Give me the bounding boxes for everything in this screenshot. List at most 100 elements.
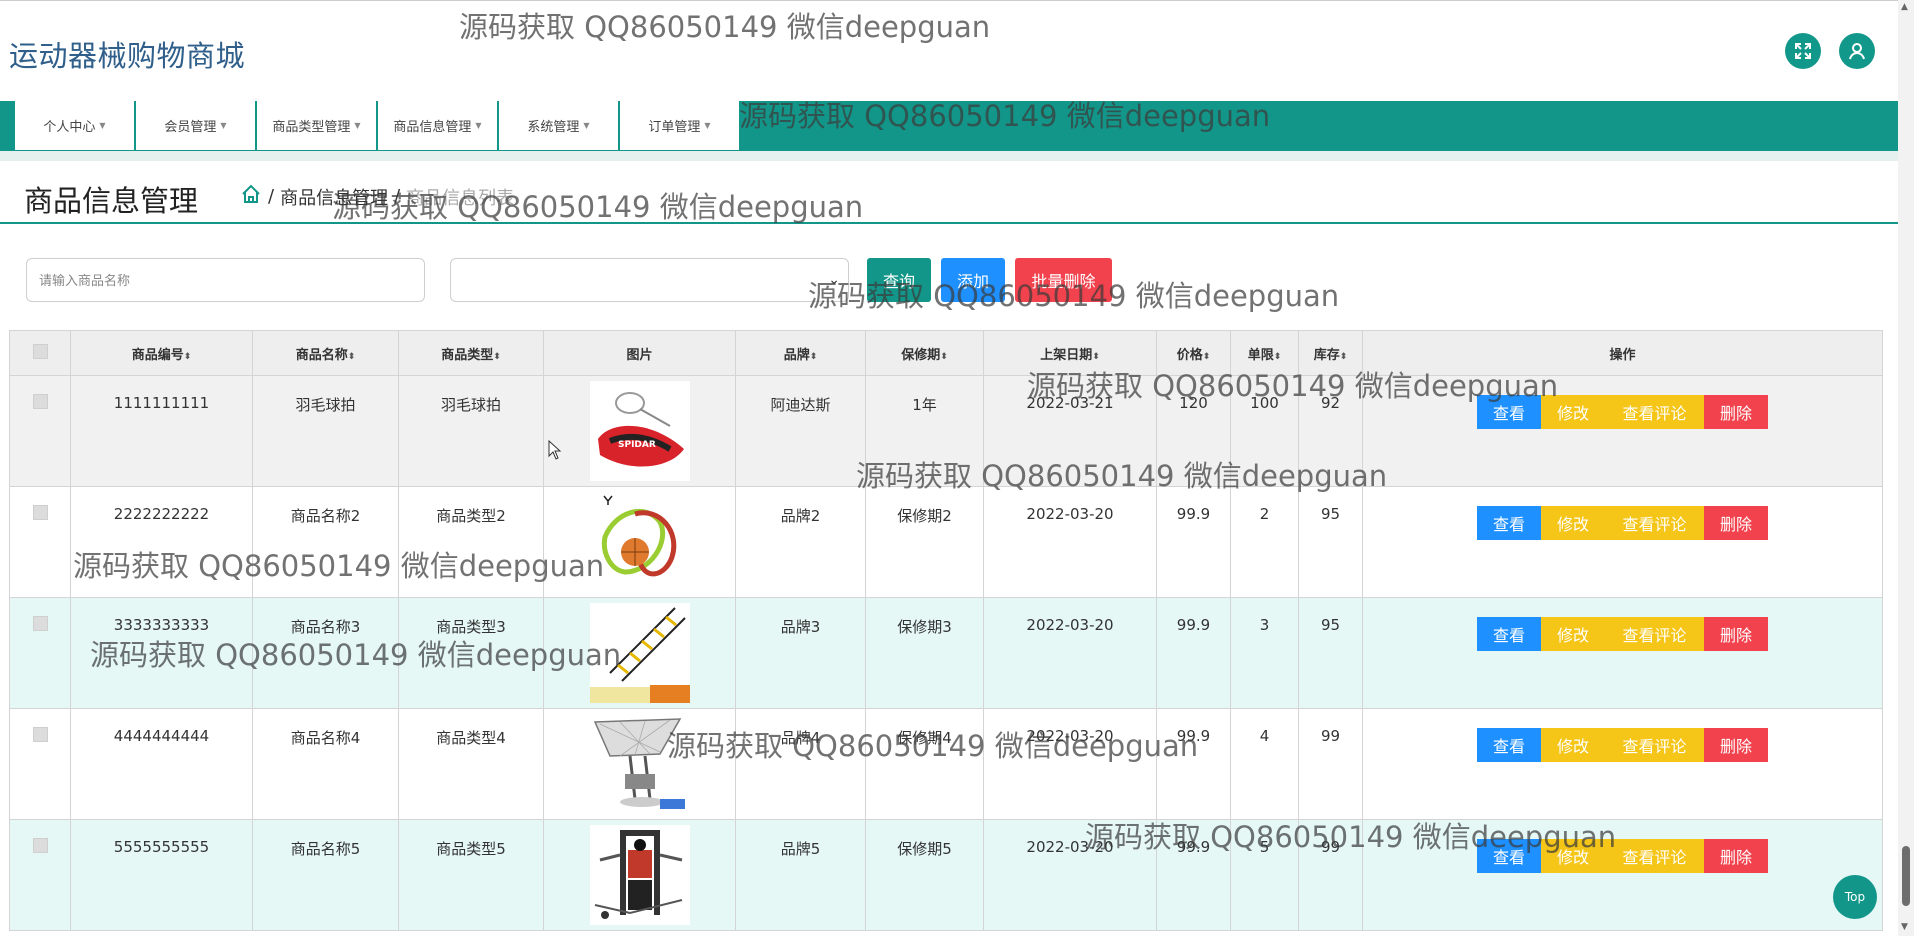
row-checkbox[interactable] — [32, 394, 48, 409]
row-actions: 查看 修改 查看评论 删除 — [1477, 506, 1768, 540]
batch-delete-button[interactable]: 批量删除 — [1015, 258, 1112, 302]
cell-warranty: 保修期2 — [865, 486, 984, 598]
column-header[interactable]: 库存⬍ — [1298, 330, 1363, 376]
column-header[interactable]: 单限⬍ — [1230, 330, 1299, 376]
home-icon[interactable] — [240, 183, 262, 210]
add-button[interactable]: 添加 — [941, 258, 1005, 302]
cell-brand: 品牌5 — [735, 819, 866, 931]
cell-code: 4444444444 — [70, 708, 253, 820]
product-type-select[interactable]: ⌄ — [450, 258, 849, 302]
row-actions: 查看 修改 查看评论 删除 — [1477, 617, 1768, 651]
breadcrumb-current[interactable]: 商品信息管理 — [280, 184, 388, 210]
view-reviews-button[interactable]: 查看评论 — [1605, 617, 1704, 651]
table-row: 3333333333 商品名称3 商品类型3 品牌3 保修期3 2022-03-… — [9, 597, 1883, 709]
badminton-racket-image[interactable]: SPIDAR — [589, 381, 690, 481]
column-header[interactable]: 商品类型⬍ — [398, 330, 544, 376]
cell-code: 1111111111 — [70, 375, 253, 487]
sort-icon: ⬍ — [183, 351, 192, 362]
nav-item-members[interactable]: 会员管理 ▼ — [135, 101, 256, 151]
scrollbar-thumb[interactable] — [1902, 846, 1910, 906]
home-gym-image[interactable] — [589, 825, 690, 925]
query-button[interactable]: 查询 — [867, 258, 931, 302]
sort-icon: ⬍ — [809, 351, 818, 362]
scroll-down-arrow-icon[interactable]: ▼ — [1901, 922, 1908, 932]
cell-limit: 4 — [1230, 708, 1299, 820]
view-reviews-button[interactable]: 查看评论 — [1605, 506, 1704, 540]
scroll-up-arrow-icon[interactable]: ▲ — [1901, 2, 1908, 12]
column-header[interactable]: 保修期⬍ — [865, 330, 984, 376]
row-checkbox[interactable] — [32, 838, 48, 853]
cell-brand: 品牌2 — [735, 486, 866, 598]
agility-ring-image[interactable] — [589, 492, 690, 592]
cell-name: 商品名称3 — [252, 597, 399, 709]
view-button[interactable]: 查看 — [1477, 395, 1541, 429]
product-name-search-input[interactable] — [26, 258, 425, 302]
row-checkbox[interactable] — [32, 616, 48, 631]
view-reviews-button[interactable]: 查看评论 — [1605, 728, 1704, 762]
cell-name: 商品名称5 — [252, 819, 399, 931]
cell-date: 2022-03-20 — [983, 819, 1157, 931]
sort-icon: ⬍ — [1092, 351, 1100, 362]
cell-code: 5555555555 — [70, 819, 253, 931]
view-button[interactable]: 查看 — [1477, 617, 1541, 651]
page-heading: 商品信息管理 / 商品信息管理 / 商品信息列表 — [0, 161, 1898, 224]
back-to-top-button[interactable]: Top — [1833, 875, 1877, 919]
cell-stock: 99 — [1298, 708, 1363, 820]
cell-type: 羽毛球拍 — [398, 375, 544, 487]
cell-code: 3333333333 — [70, 597, 253, 709]
edit-button[interactable]: 修改 — [1541, 395, 1605, 429]
cell-date: 2022-03-20 — [983, 708, 1157, 820]
expand-icon — [1795, 43, 1811, 59]
delete-button[interactable]: 删除 — [1704, 506, 1768, 540]
breadcrumb: / 商品信息管理 / 商品信息列表 — [240, 183, 514, 210]
top-header: 运动器械购物商城 — [0, 0, 1898, 101]
view-button[interactable]: 查看 — [1477, 506, 1541, 540]
nav-item-label: 商品类型管理 — [272, 120, 351, 135]
delete-button[interactable]: 删除 — [1704, 395, 1768, 429]
cell-stock: 95 — [1298, 486, 1363, 598]
nav-item-label: 个人中心 — [43, 120, 96, 135]
column-header[interactable]: 上架日期⬍ — [983, 330, 1157, 376]
column-header[interactable]: 品牌⬍ — [735, 330, 866, 376]
nav-item-label: 系统管理 — [527, 120, 580, 135]
column-header[interactable]: 商品名称⬍ — [252, 330, 399, 376]
cell-stock: 92 — [1298, 375, 1363, 487]
cell-brand: 品牌4 — [735, 708, 866, 820]
nav-item-personal[interactable]: 个人中心 ▼ — [14, 101, 135, 151]
column-header[interactable]: 价格⬍ — [1156, 330, 1231, 376]
sort-icon: ⬍ — [1339, 351, 1348, 362]
basketball-machine-image[interactable] — [589, 714, 690, 814]
row-checkbox[interactable] — [32, 727, 48, 742]
table-row: 4444444444 商品名称4 商品类型4 品牌4 保修期4 2022-03-… — [9, 708, 1883, 820]
cell-type: 商品类型5 — [398, 819, 544, 931]
edit-button[interactable]: 修改 — [1541, 728, 1605, 762]
cell-limit: 100 — [1230, 375, 1299, 487]
user-button[interactable] — [1839, 33, 1875, 69]
chevron-down-icon: ⌄ — [828, 272, 840, 288]
view-reviews-button[interactable]: 查看评论 — [1605, 839, 1704, 873]
edit-button[interactable]: 修改 — [1541, 839, 1605, 873]
delete-button[interactable]: 删除 — [1704, 839, 1768, 873]
select-all-checkbox[interactable] — [32, 343, 48, 359]
caret-down-icon: ▼ — [583, 121, 590, 130]
fullscreen-button[interactable] — [1785, 33, 1821, 69]
nav-item-orders[interactable]: 订单管理 ▼ — [619, 101, 740, 151]
view-button[interactable]: 查看 — [1477, 839, 1541, 873]
nav-item-product-info[interactable]: 商品信息管理 ▼ — [377, 101, 498, 151]
view-reviews-button[interactable]: 查看评论 — [1605, 395, 1704, 429]
edit-button[interactable]: 修改 — [1541, 506, 1605, 540]
nav-item-system[interactable]: 系统管理 ▼ — [498, 101, 619, 151]
row-checkbox[interactable] — [32, 505, 48, 520]
agility-ladder-image[interactable] — [589, 603, 690, 703]
sort-icon: ⬍ — [1273, 351, 1282, 362]
sort-icon: ⬍ — [1202, 351, 1211, 362]
cell-name: 羽毛球拍 — [252, 375, 399, 487]
nav-item-product-types[interactable]: 商品类型管理 ▼ — [256, 101, 377, 151]
view-button[interactable]: 查看 — [1477, 728, 1541, 762]
edit-button[interactable]: 修改 — [1541, 617, 1605, 651]
vertical-scrollbar[interactable]: ▲ ▼ — [1898, 0, 1914, 936]
column-header[interactable]: 商品编号⬍ — [70, 330, 253, 376]
delete-button[interactable]: 删除 — [1704, 617, 1768, 651]
delete-button[interactable]: 删除 — [1704, 728, 1768, 762]
cell-code: 2222222222 — [70, 486, 253, 598]
